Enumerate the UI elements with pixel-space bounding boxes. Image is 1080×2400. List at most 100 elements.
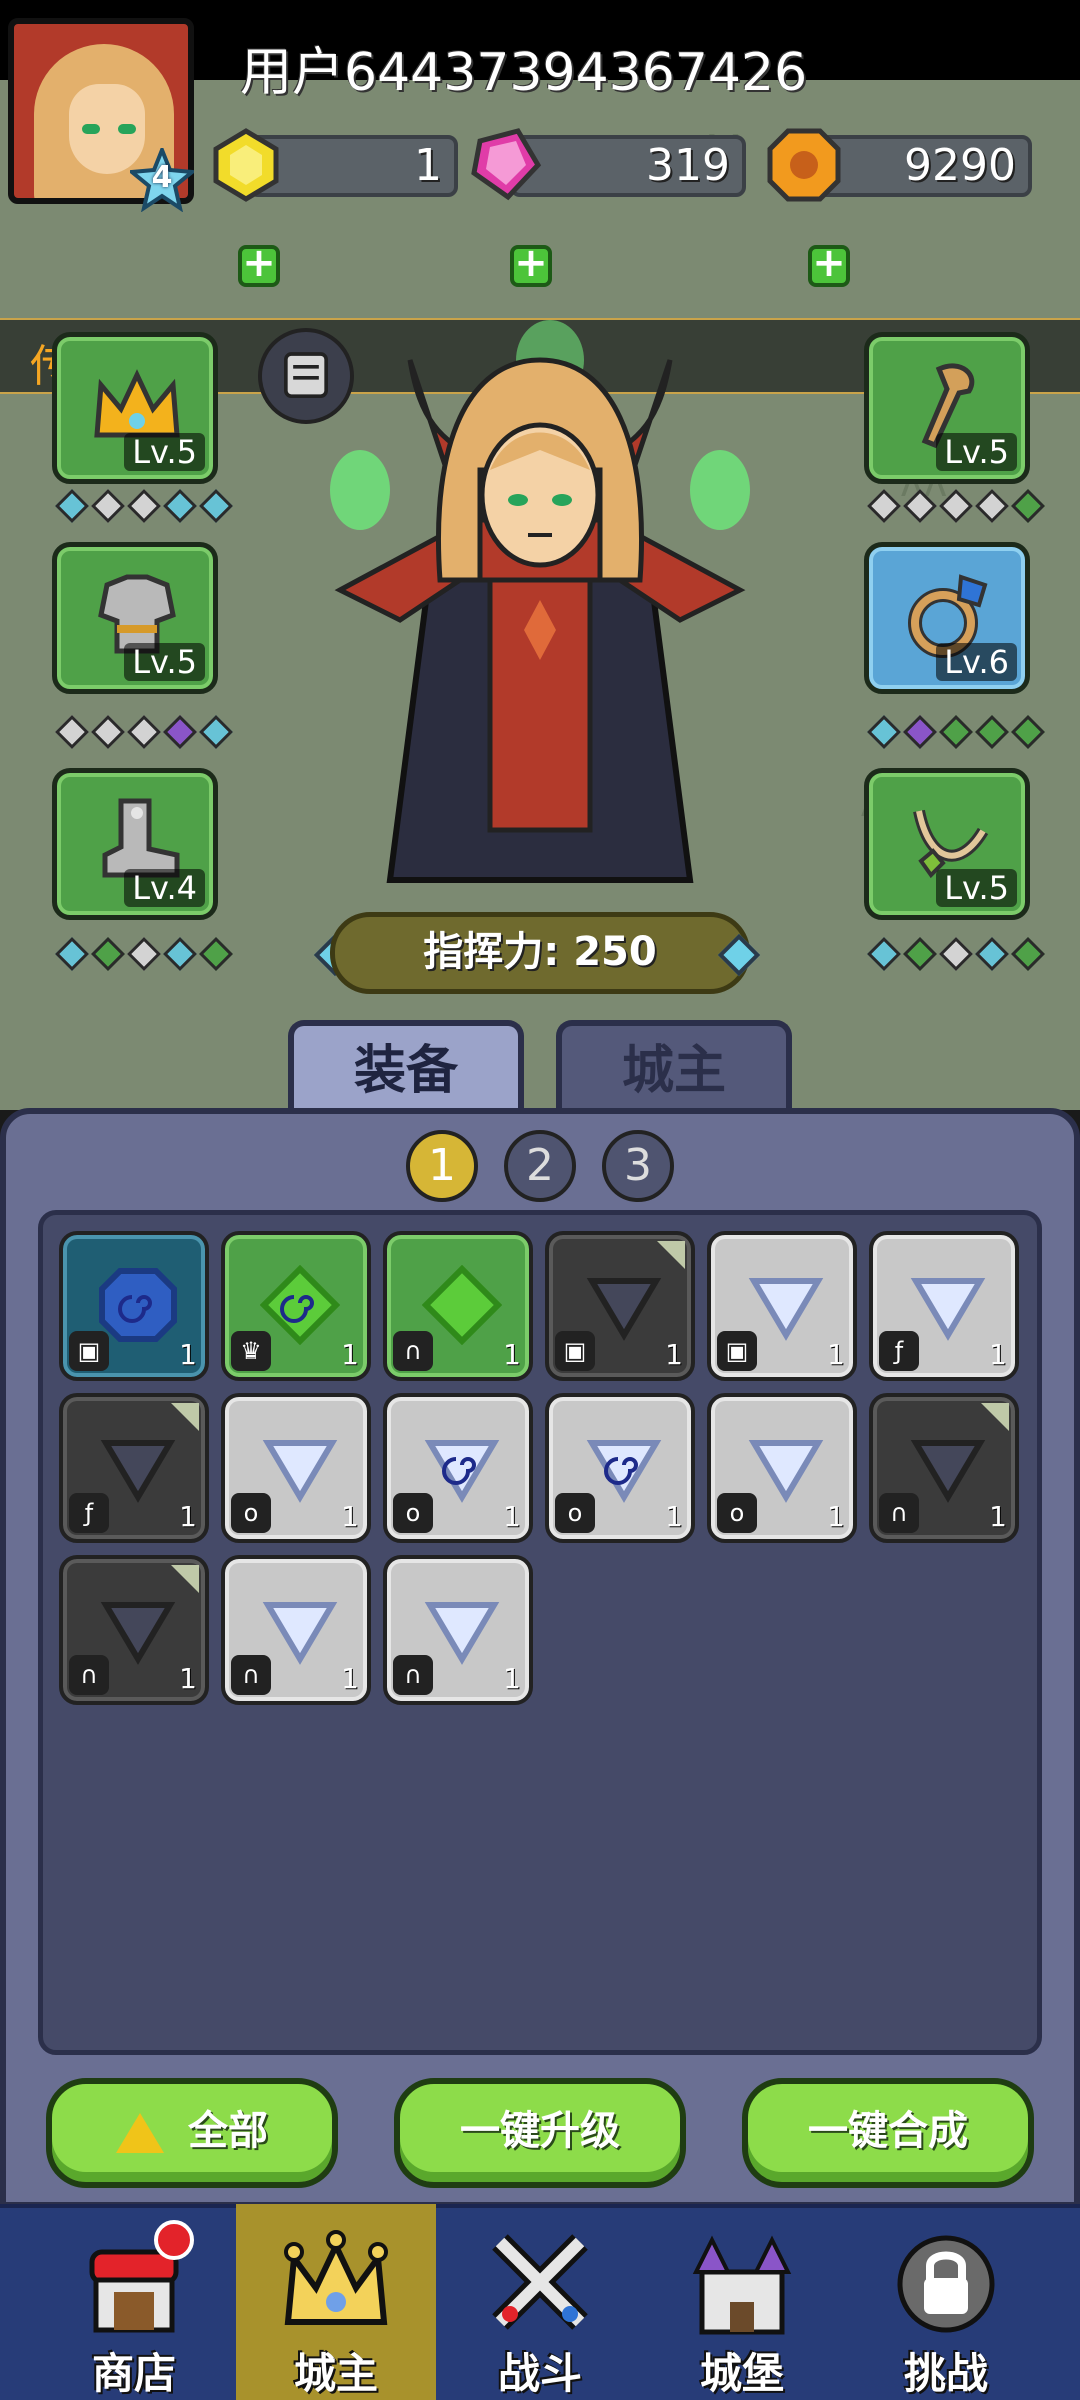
nav-lord[interactable]: 城主 <box>236 2204 436 2400</box>
one-click-merge-button[interactable]: 一键合成 <box>742 2078 1034 2188</box>
equip-slot-armor[interactable]: Lv.5 <box>52 542 218 694</box>
page-2-button[interactable]: 2 <box>504 1130 576 1202</box>
inventory-item[interactable]: ƒ1 <box>59 1393 209 1543</box>
inventory-item[interactable]: o1 <box>545 1393 695 1543</box>
item-count: 1 <box>179 1500 197 1533</box>
necklace-type-icon: ∩ <box>879 1493 919 1533</box>
gem-icon <box>586 1440 662 1503</box>
inventory-item[interactable]: ▣ 1 <box>707 1231 857 1381</box>
gem-icon <box>99 1268 177 1342</box>
gem-icon <box>748 1278 824 1341</box>
crown-nav-icon <box>284 2230 388 2325</box>
necklace-type-icon: ∩ <box>393 1655 433 1695</box>
staff-type-icon: ƒ <box>69 1493 109 1533</box>
ring-type-icon: o <box>393 1493 433 1533</box>
gem-icon <box>260 1265 340 1345</box>
shop-notification-dot <box>154 2220 194 2260</box>
command-power: 指挥力: 250 <box>330 912 750 994</box>
tab-lord[interactable]: 城主 <box>556 1020 792 1120</box>
inventory-item[interactable]: ▣ 1 <box>545 1231 695 1381</box>
gem-icon <box>586 1278 662 1341</box>
inventory-item[interactable]: o1 <box>707 1393 857 1543</box>
inventory-item[interactable]: ▣ 1 <box>59 1231 209 1381</box>
armor-type-icon: ▣ <box>717 1331 757 1371</box>
nav-shop[interactable]: 商店 <box>34 2204 234 2400</box>
item-count: 1 <box>503 1662 521 1695</box>
item-count: 1 <box>503 1500 521 1533</box>
inventory-item[interactable]: ƒ1 <box>869 1231 1019 1381</box>
gem-icon <box>262 1440 338 1503</box>
equip-slot-staff[interactable]: Lv.5 <box>864 332 1030 484</box>
add-coin-button[interactable]: + <box>808 243 850 287</box>
item-count: 1 <box>503 1338 521 1371</box>
castle-icon <box>692 2235 792 2335</box>
gem-icon <box>100 1602 176 1665</box>
inventory-item[interactable]: o1 <box>221 1393 371 1543</box>
gem-icon <box>910 1440 986 1503</box>
item-count: 1 <box>341 1338 359 1371</box>
item-count: 1 <box>341 1500 359 1533</box>
gold-gem-icon <box>213 128 279 202</box>
gem-icon <box>910 1278 986 1341</box>
item-count: 1 <box>665 1500 683 1533</box>
corner-marker <box>657 1241 685 1269</box>
inventory-item[interactable]: o1 <box>383 1393 533 1543</box>
nav-challenge[interactable]: 挑战 <box>846 2204 1046 2400</box>
crown-type-icon: ♛ <box>231 1331 271 1371</box>
inventory-item[interactable]: ∩ 1 <box>383 1231 533 1381</box>
inventory-grid: ▣ 1 ♛ 1 ∩ 1 ▣ 1 ▣ 1 ƒ 1 ƒ 1 o 1 o 1 o 1 o 1 ∩ 1 ∩ 1 ∩ 1 ∩ 1 <box>38 1210 1042 2055</box>
slot-stars-necklace <box>867 937 1045 971</box>
page-3-button[interactable]: 3 <box>602 1130 674 1202</box>
one-click-upgrade-button[interactable]: 一键升级 <box>394 2078 686 2188</box>
item-count: 1 <box>665 1338 683 1371</box>
equip-slot-boots[interactable]: Lv.4 <box>52 768 218 920</box>
equip-slot-necklace[interactable]: Lv.5 <box>864 768 1030 920</box>
slot-stars-crown <box>55 489 233 523</box>
tab-equipment[interactable]: 装备 <box>288 1020 524 1120</box>
necklace-type-icon: ∩ <box>231 1655 271 1695</box>
inventory-item[interactable]: ♛ 1 <box>221 1231 371 1381</box>
item-count: 1 <box>341 1662 359 1695</box>
gem-icon <box>262 1602 338 1665</box>
inventory-item[interactable]: ∩ 1 <box>869 1393 1019 1543</box>
item-count: 1 <box>989 1338 1007 1371</box>
item-count: 1 <box>179 1662 197 1695</box>
nav-battle[interactable]: 战斗 <box>440 2204 640 2400</box>
nav-castle[interactable]: 城堡 <box>642 2204 842 2400</box>
gem-icon <box>424 1602 500 1665</box>
slot-stars-staff <box>867 489 1045 523</box>
inventory-item[interactable]: ∩ 1 <box>221 1555 371 1705</box>
gem-icon <box>424 1440 500 1503</box>
corner-marker <box>171 1403 199 1431</box>
player-level-badge: 4 <box>126 144 198 213</box>
corner-marker <box>981 1403 1009 1431</box>
inventory-item[interactable]: ∩ 1 <box>59 1555 209 1705</box>
coin-icon <box>767 128 841 202</box>
item-count: 1 <box>827 1338 845 1371</box>
slot-stars-armor <box>55 715 233 749</box>
gem-icon <box>100 1440 176 1503</box>
ring-type-icon: o <box>231 1493 271 1533</box>
item-count: 1 <box>179 1338 197 1371</box>
necklace-type-icon: ∩ <box>393 1331 433 1371</box>
hero-character <box>330 320 750 883</box>
corner-marker <box>171 1565 199 1593</box>
staff-type-icon: ƒ <box>879 1331 919 1371</box>
item-count: 1 <box>827 1500 845 1533</box>
pink-gem-icon <box>471 128 542 201</box>
coin-counter: 9290 <box>812 135 1032 197</box>
add-gold-gem-button[interactable]: + <box>238 243 280 287</box>
crossed-swords-icon <box>492 2234 588 2330</box>
add-pink-gem-button[interactable]: + <box>510 243 552 287</box>
username: 用户64437394367426 <box>240 43 808 103</box>
slot-stars-ring <box>867 715 1045 749</box>
ring-type-icon: o <box>555 1493 595 1533</box>
equip-slot-ring[interactable]: Lv.6 <box>864 542 1030 694</box>
equip-slot-crown[interactable]: Lv.5 <box>52 332 218 484</box>
slot-stars-boots <box>55 937 233 971</box>
warning-triangle-icon <box>116 2113 164 2153</box>
filter-all-button[interactable]: 全部 <box>46 2078 338 2188</box>
item-count: 1 <box>989 1500 1007 1533</box>
inventory-item[interactable]: ∩ 1 <box>383 1555 533 1705</box>
page-1-button[interactable]: 1 <box>406 1130 478 1202</box>
